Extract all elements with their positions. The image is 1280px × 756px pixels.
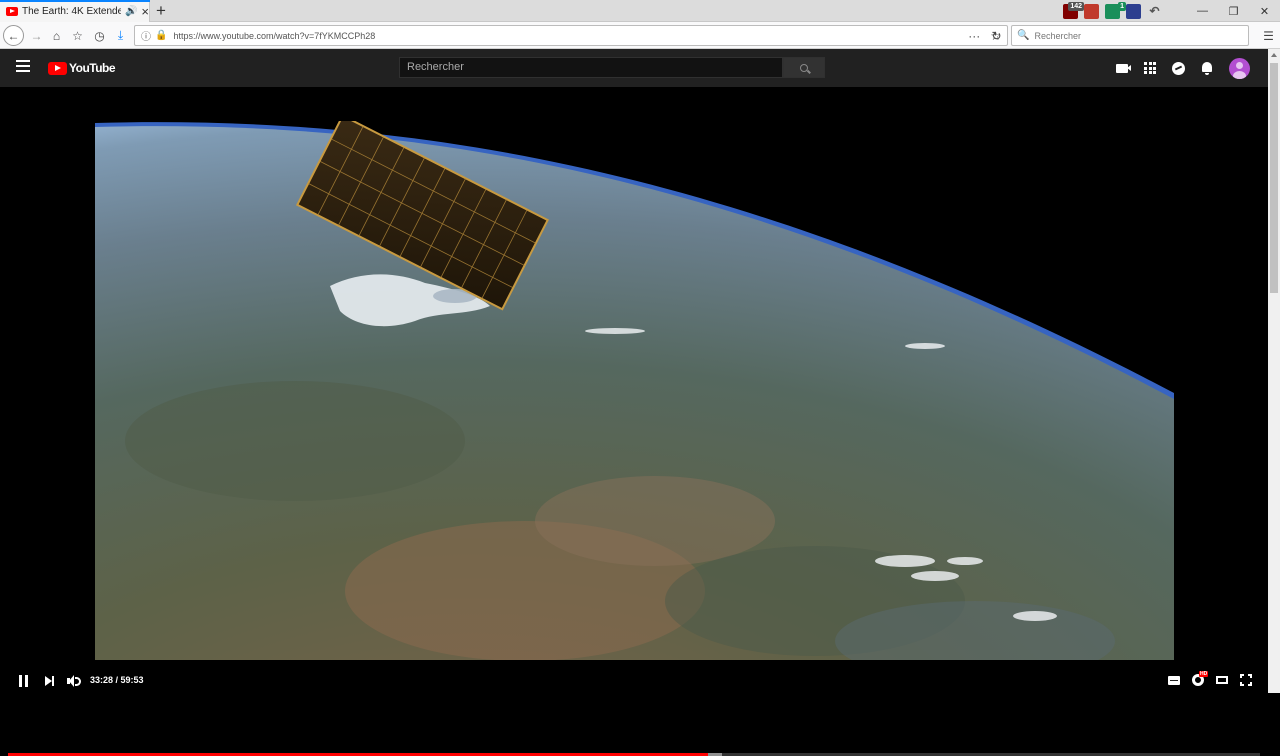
settings-gear-icon[interactable]: HD <box>1192 671 1209 686</box>
youtube-logo-text: YouTube <box>69 61 116 75</box>
tab-close-icon[interactable]: × <box>141 5 149 18</box>
time-display: 33:28 / 59:53 <box>90 675 144 685</box>
guide-menu-icon[interactable] <box>16 60 30 72</box>
subtitles-icon[interactable] <box>1168 675 1180 685</box>
youtube-search-button[interactable] <box>783 57 825 78</box>
browser-tab-bar: The Earth: 4K Extended Edition 🔊 × + 142… <box>0 0 1280 22</box>
ext-green-badge: 1 <box>1118 1 1126 11</box>
create-video-icon[interactable] <box>1116 63 1131 73</box>
close-window-button[interactable]: ✕ <box>1249 0 1280 22</box>
browser-menu-icon[interactable]: ☰ <box>1258 25 1279 46</box>
next-video-button[interactable] <box>45 676 56 686</box>
theater-mode-icon[interactable] <box>1216 676 1228 684</box>
page-actions-icon[interactable]: ··· <box>968 29 980 43</box>
player-right-controls: HD <box>1168 671 1252 686</box>
bookmarks-icon[interactable]: ☆ <box>67 25 88 46</box>
history-icon[interactable]: ◷ <box>89 25 110 46</box>
ublock-badge: 142 <box>1068 1 1084 11</box>
video-frame[interactable] <box>95 121 1174 660</box>
fullscreen-icon[interactable] <box>1240 674 1252 686</box>
home-icon[interactable]: ⌂ <box>46 25 67 46</box>
earth-from-space-image <box>95 121 1174 660</box>
browser-search-placeholder: Rechercher <box>1034 30 1081 41</box>
youtube-search-input[interactable]: Rechercher <box>399 57 783 78</box>
url-text[interactable]: https://www.youtube.com/watch?v=7fYKMCCP… <box>173 31 375 41</box>
avatar[interactable] <box>1229 57 1250 79</box>
browser-nav-bar: ← → ⌂ ☆ ◷ ⤓ ⓘ 🔒 https://www.youtube.com/… <box>0 22 1280 49</box>
video-player[interactable] <box>0 87 1268 756</box>
pause-button[interactable] <box>18 675 29 687</box>
ext-green-icon[interactable]: 1 <box>1105 1 1126 19</box>
browser-search-field[interactable]: 🔍 Rechercher <box>1011 25 1249 46</box>
reload-icon[interactable]: ↻ <box>986 25 1007 46</box>
minimize-button[interactable]: — <box>1187 0 1218 22</box>
notifications-bell-icon[interactable] <box>1201 61 1213 75</box>
back-button[interactable]: ← <box>3 25 24 46</box>
youtube-favicon-icon <box>6 6 18 16</box>
ublock-icon[interactable]: 142 <box>1063 1 1084 19</box>
undo-icon[interactable]: ↶ <box>1147 4 1162 19</box>
player-controls: 33:28 / 59:53 HD <box>0 670 1268 693</box>
speaker-icon[interactable]: 🔊 <box>125 6 137 17</box>
url-bar[interactable]: ⓘ 🔒 https://www.youtube.com/watch?v=7fYK… <box>134 25 1008 46</box>
youtube-masthead: YouTube Rechercher <box>0 49 1268 87</box>
info-icon[interactable]: ⓘ <box>141 28 151 43</box>
forward-button[interactable]: → <box>26 25 47 46</box>
restore-button[interactable]: ❐ <box>1218 0 1249 22</box>
ext-books-icon[interactable] <box>1126 3 1141 19</box>
page-scrollbar[interactable] <box>1268 49 1280 693</box>
lock-icon[interactable]: 🔒 <box>155 30 167 41</box>
scrollbar-thumb[interactable] <box>1270 63 1278 293</box>
download-icon[interactable]: ⤓ <box>110 25 131 46</box>
tab-title: The Earth: 4K Extended Edition <box>22 5 121 17</box>
masthead-actions <box>1116 57 1250 79</box>
ext-red-icon[interactable] <box>1084 3 1099 19</box>
youtube-logo[interactable]: YouTube <box>48 61 116 75</box>
hd-badge: HD <box>1199 671 1209 677</box>
search-icon <box>800 63 808 72</box>
search-icon: 🔍 <box>1017 30 1030 41</box>
window-controls: — ❐ ✕ <box>1187 0 1280 22</box>
new-tab-button[interactable]: + <box>154 1 168 21</box>
scroll-up-arrow-icon[interactable] <box>1271 53 1277 57</box>
browser-tab[interactable]: The Earth: 4K Extended Edition 🔊 × <box>0 0 150 22</box>
extension-toolbar: 142 1 ↶ <box>1063 1 1162 20</box>
apps-grid-icon[interactable] <box>1144 62 1156 74</box>
youtube-play-icon <box>48 61 67 75</box>
messages-icon[interactable] <box>1172 61 1185 75</box>
